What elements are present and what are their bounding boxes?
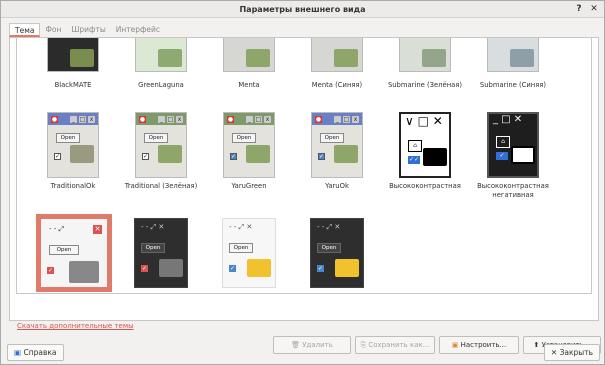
help-button[interactable]: ▣ Справка xyxy=(7,344,64,361)
tab-fonts[interactable]: Шрифты xyxy=(66,23,110,37)
folder-icon xyxy=(158,49,182,67)
theme-label: Menta xyxy=(238,81,260,89)
save-as-button[interactable]: ⎘ Сохранить как... xyxy=(355,336,435,354)
folder-icon xyxy=(159,259,183,277)
delete-label: Удалить xyxy=(302,341,333,349)
theme-preview xyxy=(47,38,99,72)
theme-preview xyxy=(399,38,451,72)
tab-background[interactable]: Фон xyxy=(40,23,66,37)
checkbox-preview: ✓ xyxy=(230,153,237,160)
preview-titlebar: ● _ □ x xyxy=(224,113,274,125)
help-label: Справка xyxy=(23,348,57,357)
theme-label: BlackMATE xyxy=(54,81,92,89)
checkbox-preview: ✓ xyxy=(54,153,61,160)
help-icon[interactable]: ? xyxy=(573,3,585,15)
theme-preview: ● _ □ x Open ✓ xyxy=(223,112,275,178)
folder-icon xyxy=(158,145,182,163)
theme-label: TraditionalOk xyxy=(50,182,96,190)
folder-icon xyxy=(422,49,446,67)
checkbox-preview: ✓ xyxy=(229,265,236,272)
folder-icon xyxy=(70,145,94,163)
save-as-label: Сохранить как... xyxy=(368,341,430,349)
download-more-themes-link[interactable]: Скачать дополнительные темы xyxy=(17,322,134,330)
theme-label: Submarine (Синяя) xyxy=(479,81,547,89)
checkbox-preview: ✓ xyxy=(141,265,148,272)
theme-preview: - - ⤢ ✕ Open ✓ xyxy=(222,218,276,288)
install-icon: ⬆ xyxy=(533,341,542,349)
theme-label: Menta (Синяя) xyxy=(311,81,363,89)
theme-preview: ● _ □ x Open ✓ xyxy=(311,112,363,178)
open-button-preview: Open xyxy=(141,243,165,253)
close-icon: ✕ xyxy=(550,348,560,357)
tab-bar: Тема Фон Шрифты Интерфейс xyxy=(9,23,165,37)
preview-titlebar: ● _ □ x xyxy=(312,113,362,125)
theme-label: YaruGreen xyxy=(231,182,267,190)
window-title: Параметры внешнего вида xyxy=(239,5,366,14)
theme-preview xyxy=(223,38,275,72)
theme-preview: - - ⤢ ✕ Open ✓ xyxy=(310,218,364,288)
folder-icon xyxy=(246,49,270,67)
close-label: Закрыть xyxy=(559,348,593,357)
appearance-window: Параметры внешнего вида ? ✕ Тема Фон Шри… xyxy=(0,0,605,365)
customize-button[interactable]: ▣ Настроить... xyxy=(439,336,519,354)
delete-button[interactable]: 🗑 Удалить xyxy=(273,336,351,354)
theme-preview: _ □ ✕ ⌂ ✓ xyxy=(487,112,539,178)
customize-icon: ▣ xyxy=(451,341,461,349)
folder-icon xyxy=(69,261,99,283)
folder-icon xyxy=(247,259,271,277)
theme-preview: - - ⤢ ✕ Open ✓ xyxy=(134,218,188,288)
folder-icon xyxy=(335,259,359,277)
open-button-preview: Open xyxy=(144,133,168,143)
theme-label: Высококонтрастная xyxy=(389,182,461,190)
theme-preview: ● _ □ x Open ✓ xyxy=(47,112,99,178)
folder-icon xyxy=(510,49,534,67)
theme-label: GreenLaguna xyxy=(138,81,184,89)
close-icon[interactable]: ✕ xyxy=(588,3,600,15)
theme-preview-selected: - - ⤢ ✕ Open ✓ xyxy=(36,214,112,292)
theme-preview: ∨ □ ✕ ⌂ ✓✓ xyxy=(399,112,451,178)
checkbox-preview: ✓ xyxy=(317,265,324,272)
folder-icon xyxy=(246,145,270,163)
open-button-preview: Open xyxy=(320,133,344,143)
theme-preview xyxy=(135,38,187,72)
open-button-preview: Open xyxy=(317,243,341,253)
theme-preview xyxy=(311,38,363,72)
theme-preview xyxy=(487,38,539,72)
theme-preview: ● _ □ x Open ✓ xyxy=(135,112,187,178)
checkbox-preview: ✓ xyxy=(47,267,54,274)
folder-icon xyxy=(70,49,94,67)
close-button[interactable]: ✕ Закрыть xyxy=(543,344,600,361)
folder-icon xyxy=(511,146,535,164)
open-button-preview: Open xyxy=(49,245,79,255)
trash-icon: 🗑 xyxy=(291,341,303,349)
preview-titlebar: ● _ □ x xyxy=(136,113,186,125)
theme-label: Submarine (Зелёная) xyxy=(387,81,463,89)
checkbox-preview: ✓ xyxy=(318,153,325,160)
window-titlebar: Параметры внешнего вида ? ✕ xyxy=(1,1,604,18)
folder-icon xyxy=(334,49,358,67)
tab-theme[interactable]: Тема xyxy=(9,23,41,37)
theme-label: Traditional (Зелёная) xyxy=(124,182,198,190)
open-button-preview: Open xyxy=(232,133,256,143)
customize-label: Настроить... xyxy=(460,341,507,349)
folder-icon xyxy=(334,145,358,163)
open-button-preview: Open xyxy=(229,243,253,253)
theme-label: Высококонтрастная негативная xyxy=(477,182,549,199)
theme-panel: BlackMATE GreenLaguna Menta Menta (Синяя… xyxy=(9,37,601,354)
tab-interface[interactable]: Интерфейс xyxy=(111,23,165,37)
preview-titlebar: ● _ □ x xyxy=(48,113,98,125)
checkbox-preview: ✓ xyxy=(142,153,149,160)
theme-label: YaruOk xyxy=(325,182,349,190)
theme-grid[interactable]: BlackMATE GreenLaguna Menta Menta (Синяя… xyxy=(16,38,592,294)
folder-icon xyxy=(423,148,447,166)
open-button-preview: Open xyxy=(56,133,80,143)
